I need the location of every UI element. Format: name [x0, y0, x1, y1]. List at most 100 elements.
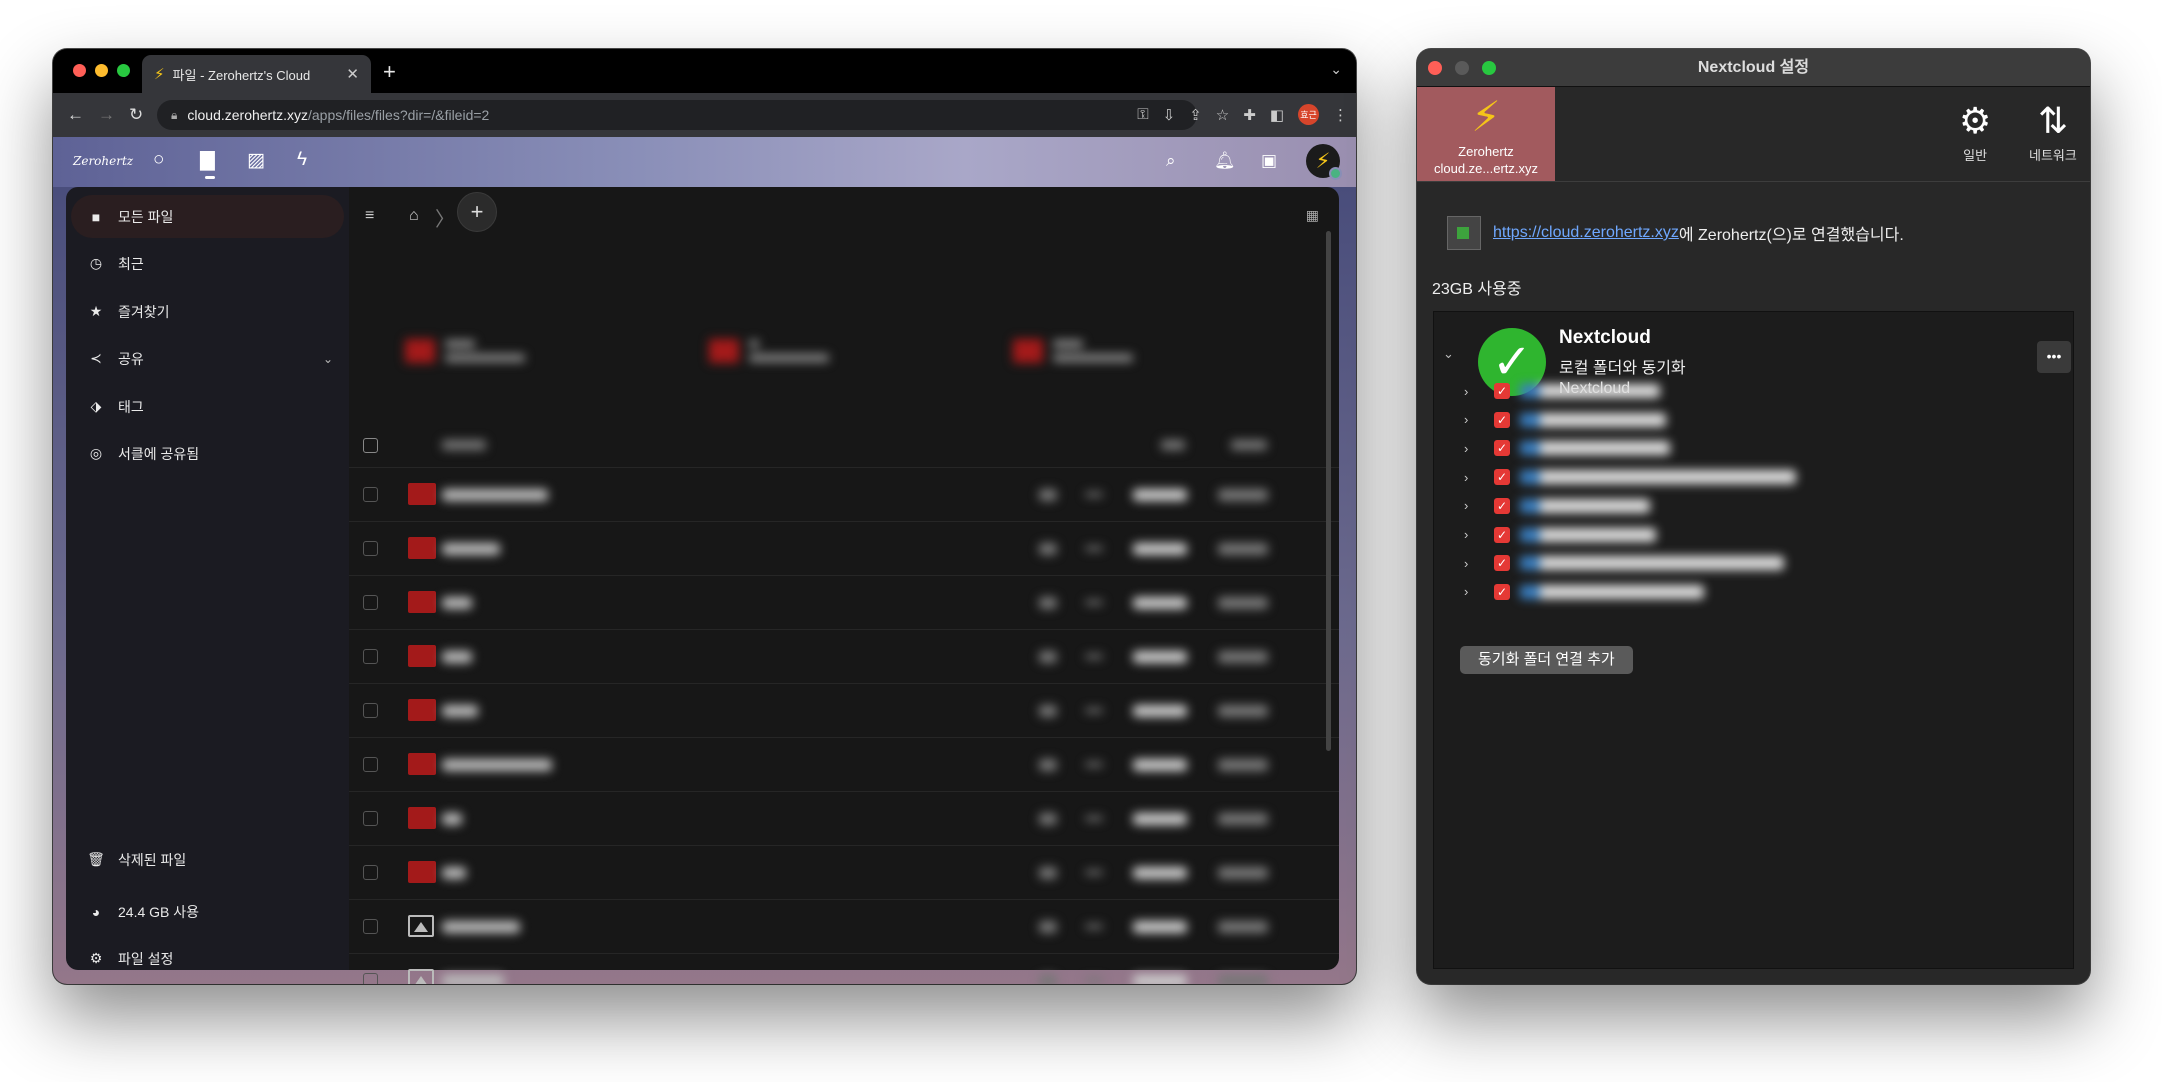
- activity-app-icon[interactable]: ϟ: [297, 149, 307, 171]
- share-icon[interactable]: [1039, 975, 1057, 984]
- contacts-icon[interactable]: ▣: [1261, 151, 1277, 171]
- user-avatar[interactable]: ⚡: [1306, 144, 1342, 180]
- table-row[interactable]: [349, 791, 1339, 845]
- row-checkbox[interactable]: [363, 757, 378, 772]
- table-row[interactable]: [349, 575, 1339, 629]
- add-sync-folder-button[interactable]: 동기화 폴더 연결 추가: [1460, 646, 1633, 674]
- sidebar-item-quota[interactable]: ◕ 24.4 GB 사용: [66, 890, 349, 933]
- account-tab[interactable]: ⚡ Zerohertz cloud.ze...ertz.xyz: [1417, 87, 1555, 181]
- files-app-icon[interactable]: ▇: [200, 149, 215, 179]
- chevron-down-icon[interactable]: ⌄: [323, 352, 333, 366]
- sidebar-item-favorites[interactable]: ★ 즐겨찾기: [66, 290, 349, 333]
- row-checkbox[interactable]: [363, 919, 378, 934]
- url-field[interactable]: 🔒︎ cloud.zerohertz.xyz /apps/files/files…: [157, 100, 1197, 130]
- size-column-header[interactable]: [1161, 440, 1185, 450]
- share-icon[interactable]: [1039, 651, 1057, 663]
- share-icon[interactable]: [1039, 489, 1057, 501]
- close-window-button[interactable]: [73, 64, 86, 77]
- back-icon[interactable]: ←: [67, 105, 84, 125]
- more-actions-icon[interactable]: [1085, 708, 1103, 713]
- chevron-right-icon[interactable]: ›: [1464, 441, 1494, 456]
- favorite-folder[interactable]: [709, 339, 829, 363]
- close-window-button[interactable]: [1428, 61, 1442, 75]
- minimize-window-button[interactable]: [95, 64, 108, 77]
- chevron-right-icon[interactable]: ›: [1464, 384, 1494, 399]
- new-button[interactable]: +: [457, 192, 497, 232]
- chevron-right-icon[interactable]: ›: [1464, 498, 1494, 513]
- grid-view-icon[interactable]: ▦: [1306, 207, 1319, 224]
- scrollbar[interactable]: [1326, 231, 1331, 751]
- more-actions-icon[interactable]: [1085, 492, 1103, 497]
- file-name[interactable]: [442, 813, 462, 825]
- row-checkbox[interactable]: [363, 649, 378, 664]
- key-icon[interactable]: ⚿: [1137, 106, 1148, 123]
- table-row[interactable]: [349, 899, 1339, 953]
- extensions-icon[interactable]: ✚: [1243, 106, 1256, 124]
- folder-checkbox[interactable]: ✓: [1494, 469, 1510, 486]
- table-row[interactable]: [349, 953, 1339, 984]
- sidebar-item-shares[interactable]: ≺ 공유 ⌄: [66, 337, 349, 380]
- new-tab-button[interactable]: +: [383, 59, 396, 85]
- sidebar-item-tags[interactable]: ⬗ 태그: [66, 385, 349, 428]
- folder-checkbox[interactable]: ✓: [1494, 583, 1510, 600]
- share-icon[interactable]: [1039, 867, 1057, 879]
- folder-checkbox[interactable]: ✓: [1494, 440, 1510, 457]
- more-actions-icon[interactable]: [1085, 546, 1103, 551]
- network-tab[interactable]: ⇅ 네트워크: [2029, 97, 2077, 164]
- chevron-right-icon[interactable]: ›: [1464, 412, 1494, 427]
- sync-folder-row[interactable]: › ✓: [1464, 378, 1660, 404]
- chevron-right-icon[interactable]: ›: [1464, 470, 1494, 485]
- row-checkbox[interactable]: [363, 703, 378, 718]
- table-row[interactable]: [349, 629, 1339, 683]
- photos-app-icon[interactable]: ▨: [247, 149, 265, 172]
- modified-column-header[interactable]: [1231, 440, 1267, 450]
- table-row[interactable]: [349, 737, 1339, 791]
- reload-icon[interactable]: ↻: [129, 105, 143, 125]
- file-name[interactable]: [442, 975, 504, 984]
- select-all-checkbox[interactable]: [363, 438, 378, 453]
- sidepanel-icon[interactable]: ◧: [1270, 106, 1284, 124]
- profile-avatar[interactable]: 효근: [1298, 104, 1319, 125]
- chevron-right-icon[interactable]: ›: [1464, 556, 1494, 571]
- table-row[interactable]: [349, 467, 1339, 521]
- sync-folder-row[interactable]: › ✓: [1464, 435, 1670, 461]
- share-icon[interactable]: [1039, 921, 1057, 933]
- share-icon[interactable]: [1039, 597, 1057, 609]
- minimize-window-button[interactable]: [1455, 61, 1469, 75]
- table-row[interactable]: [349, 683, 1339, 737]
- row-checkbox[interactable]: [363, 595, 378, 610]
- search-icon[interactable]: ⌕: [1166, 151, 1176, 171]
- folder-checkbox[interactable]: ✓: [1494, 411, 1510, 428]
- row-checkbox[interactable]: [363, 541, 378, 556]
- share-icon[interactable]: [1039, 705, 1057, 717]
- more-actions-icon[interactable]: [1085, 600, 1103, 605]
- sync-folder-row[interactable]: › ✓: [1464, 579, 1704, 605]
- sidebar-item-recent[interactable]: ◷ 최근: [66, 242, 349, 285]
- browser-tab[interactable]: ⚡ 파일 - Zerohertz's Cloud ✕: [142, 55, 371, 93]
- folder-checkbox[interactable]: ✓: [1494, 383, 1510, 399]
- star-icon[interactable]: ☆: [1216, 106, 1229, 124]
- zoom-window-button[interactable]: [1482, 61, 1496, 75]
- share-icon[interactable]: [1039, 543, 1057, 555]
- general-tab[interactable]: ⚙ 일반: [1959, 97, 1991, 164]
- share-icon[interactable]: [1039, 759, 1057, 771]
- chevron-down-icon[interactable]: ⌄: [1443, 346, 1454, 362]
- logo[interactable]: Zerohertz: [73, 154, 133, 168]
- more-actions-icon[interactable]: [1085, 816, 1103, 821]
- share-icon[interactable]: [1039, 813, 1057, 825]
- table-row[interactable]: [349, 845, 1339, 899]
- sync-folder-row[interactable]: › ✓: [1464, 464, 1796, 490]
- more-options-button[interactable]: •••: [2037, 341, 2071, 373]
- sync-folder-row[interactable]: › ✓: [1464, 522, 1656, 548]
- toggle-sidebar-icon[interactable]: ≡: [365, 207, 374, 225]
- notifications-icon[interactable]: 🔔︎: [1214, 151, 1236, 171]
- more-actions-icon[interactable]: [1085, 762, 1103, 767]
- home-icon[interactable]: ⌂: [409, 207, 419, 225]
- file-name[interactable]: [442, 867, 466, 879]
- sync-folder-row[interactable]: › ✓: [1464, 550, 1784, 576]
- sidebar-item-trash[interactable]: 🗑︎ 삭제된 파일: [66, 838, 349, 881]
- zoom-window-button[interactable]: [117, 64, 130, 77]
- file-name[interactable]: [442, 921, 520, 933]
- table-row[interactable]: [349, 521, 1339, 575]
- folder-checkbox[interactable]: ✓: [1494, 497, 1510, 514]
